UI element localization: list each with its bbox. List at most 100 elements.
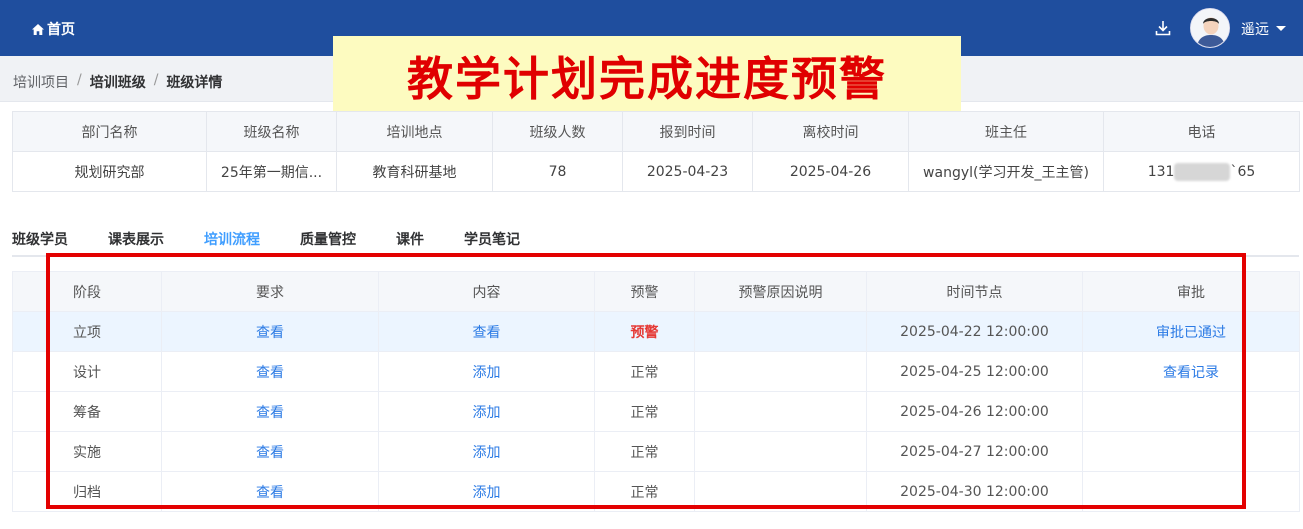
- info-dept: 规划研究部: [12, 151, 207, 192]
- view-requirement-link[interactable]: 查看: [256, 365, 284, 381]
- banner-text: 教学计划完成进度预警: [407, 51, 887, 106]
- info-count: 78: [492, 151, 623, 192]
- info-header-checkin: 报到时间: [622, 111, 753, 152]
- approval-link[interactable]: 审批已通过: [1156, 325, 1226, 341]
- view-requirement-link[interactable]: 查看: [256, 485, 284, 501]
- reason-cell: [694, 391, 867, 432]
- content-link[interactable]: 查看: [473, 325, 501, 341]
- warning-cell: 预警: [594, 311, 695, 352]
- info-leave: 2025-04-26: [752, 151, 909, 192]
- table-row: 设计 查看 添加 正常 2025-04-25 12:00:00 查看记录: [12, 351, 1300, 392]
- view-requirement-link[interactable]: 查看: [256, 445, 284, 461]
- content-link[interactable]: 添加: [473, 405, 501, 421]
- requirement-cell: 查看: [161, 391, 379, 432]
- warning-status: 正常: [594, 471, 695, 512]
- flow-header-warning: 预警: [594, 271, 695, 312]
- breadcrumb-item-class[interactable]: 培训班级: [90, 72, 146, 92]
- tab-students[interactable]: 班级学员: [12, 229, 68, 257]
- requirement-cell: 查看: [161, 351, 379, 392]
- home-icon: [32, 23, 44, 35]
- flow-header-time: 时间节点: [866, 271, 1083, 312]
- content-link[interactable]: 添加: [473, 365, 501, 381]
- content-link[interactable]: 添加: [473, 445, 501, 461]
- chevron-down-icon[interactable]: [1276, 26, 1286, 31]
- stage-cell: 设计: [12, 351, 162, 392]
- view-requirement-link[interactable]: 查看: [256, 405, 284, 421]
- content-cell: 查看: [378, 311, 595, 352]
- info-header-class-name: 班级名称: [206, 111, 337, 152]
- info-header-row: 部门名称 班级名称 培训地点 班级人数 报到时间 离校时间 班主任 电话: [12, 111, 1300, 152]
- info-class-name: 25年第一期信...: [206, 151, 337, 192]
- download-icon[interactable]: [1154, 19, 1172, 37]
- info-value-row: 规划研究部 25年第一期信... 教育科研基地 78 2025-04-23 20…: [12, 151, 1300, 192]
- phone-suffix: `65: [1230, 163, 1256, 180]
- warning-banner: 教学计划完成进度预警: [333, 36, 961, 115]
- table-row: 归档 查看 添加 正常 2025-04-30 12:00:00: [12, 471, 1300, 512]
- home-label: 首页: [47, 22, 75, 38]
- reason-cell: [694, 471, 867, 512]
- info-checkin: 2025-04-23: [622, 151, 753, 192]
- stage-cell: 实施: [12, 431, 162, 472]
- breadcrumb-separator: /: [77, 72, 82, 88]
- phone-prefix: 131: [1147, 163, 1175, 180]
- stage-cell: 归档: [12, 471, 162, 512]
- time-cell: 2025-04-26 12:00:00: [866, 391, 1083, 432]
- warning-status: 正常: [594, 391, 695, 432]
- flow-header-reason: 预警原因说明: [694, 271, 867, 312]
- info-header-dept: 部门名称: [12, 111, 207, 152]
- info-header-teacher: 班主任: [908, 111, 1104, 152]
- tab-schedule[interactable]: 课表展示: [108, 229, 164, 257]
- flow-header-approval: 审批: [1082, 271, 1300, 312]
- content-cell: 添加: [378, 471, 595, 512]
- table-row: 实施 查看 添加 正常 2025-04-27 12:00:00: [12, 431, 1300, 472]
- info-location: 教育科研基地: [336, 151, 493, 192]
- tab-courseware[interactable]: 课件: [396, 229, 424, 257]
- approval-link[interactable]: 查看记录: [1163, 365, 1219, 381]
- breadcrumb: 培训项目 / 培训班级 / 班级详情: [13, 72, 222, 92]
- breadcrumb-item-project[interactable]: 培训项目: [13, 72, 69, 92]
- requirement-cell: 查看: [161, 471, 379, 512]
- info-header-location: 培训地点: [336, 111, 493, 152]
- reason-cell: [694, 431, 867, 472]
- user-name[interactable]: 遥远: [1241, 19, 1269, 39]
- flow-header-requirement: 要求: [161, 271, 379, 312]
- view-requirement-link[interactable]: 查看: [256, 325, 284, 341]
- info-teacher: wangyl(学习开发_王主管): [908, 151, 1104, 192]
- time-cell: 2025-04-30 12:00:00: [866, 471, 1083, 512]
- approval-cell: 审批已通过: [1082, 311, 1300, 352]
- info-header-count: 班级人数: [492, 111, 623, 152]
- avatar[interactable]: [1190, 8, 1230, 48]
- table-row: 筹备 查看 添加 正常 2025-04-26 12:00:00: [12, 391, 1300, 432]
- tab-training-flow[interactable]: 培训流程: [204, 229, 260, 257]
- requirement-cell: 查看: [161, 311, 379, 352]
- warning-status: 正常: [594, 351, 695, 392]
- info-header-phone: 电话: [1103, 111, 1300, 152]
- content-link[interactable]: 添加: [473, 485, 501, 501]
- flow-header-row: 阶段 要求 内容 预警 预警原因说明 时间节点 审批: [12, 271, 1300, 312]
- content-cell: 添加: [378, 431, 595, 472]
- content-cell: 添加: [378, 351, 595, 392]
- info-phone: 131 `65: [1103, 151, 1300, 192]
- flow-header-content: 内容: [378, 271, 595, 312]
- user-avatar-icon: [1191, 9, 1229, 47]
- tab-bar: 班级学员 课表展示 培训流程 质量管控 课件 学员笔记: [12, 229, 560, 257]
- flow-header-stage: 阶段: [12, 271, 162, 312]
- phone-redaction: [1174, 162, 1231, 181]
- breadcrumb-separator: /: [153, 72, 159, 88]
- stage-cell: 立项: [12, 311, 162, 352]
- time-cell: 2025-04-27 12:00:00: [866, 431, 1083, 472]
- approval-cell: 查看记录: [1082, 351, 1300, 392]
- training-flow-table: 阶段 要求 内容 预警 预警原因说明 时间节点 审批 立项 查看 查看 预警 2…: [12, 271, 1300, 512]
- time-cell: 2025-04-25 12:00:00: [866, 351, 1083, 392]
- tab-quality[interactable]: 质量管控: [300, 229, 356, 257]
- requirement-cell: 查看: [161, 431, 379, 472]
- table-row: 立项 查看 查看 预警 2025-04-22 12:00:00 审批已通过: [12, 311, 1300, 352]
- info-header-leave: 离校时间: [752, 111, 909, 152]
- home-link[interactable]: 首页: [32, 19, 75, 39]
- tab-notes[interactable]: 学员笔记: [464, 229, 520, 257]
- reason-cell: [694, 351, 867, 392]
- stage-cell: 筹备: [12, 391, 162, 432]
- class-info-table: 部门名称 班级名称 培训地点 班级人数 报到时间 离校时间 班主任 电话 规划研…: [12, 111, 1300, 192]
- time-cell: 2025-04-22 12:00:00: [866, 311, 1083, 352]
- warning-status: 正常: [594, 431, 695, 472]
